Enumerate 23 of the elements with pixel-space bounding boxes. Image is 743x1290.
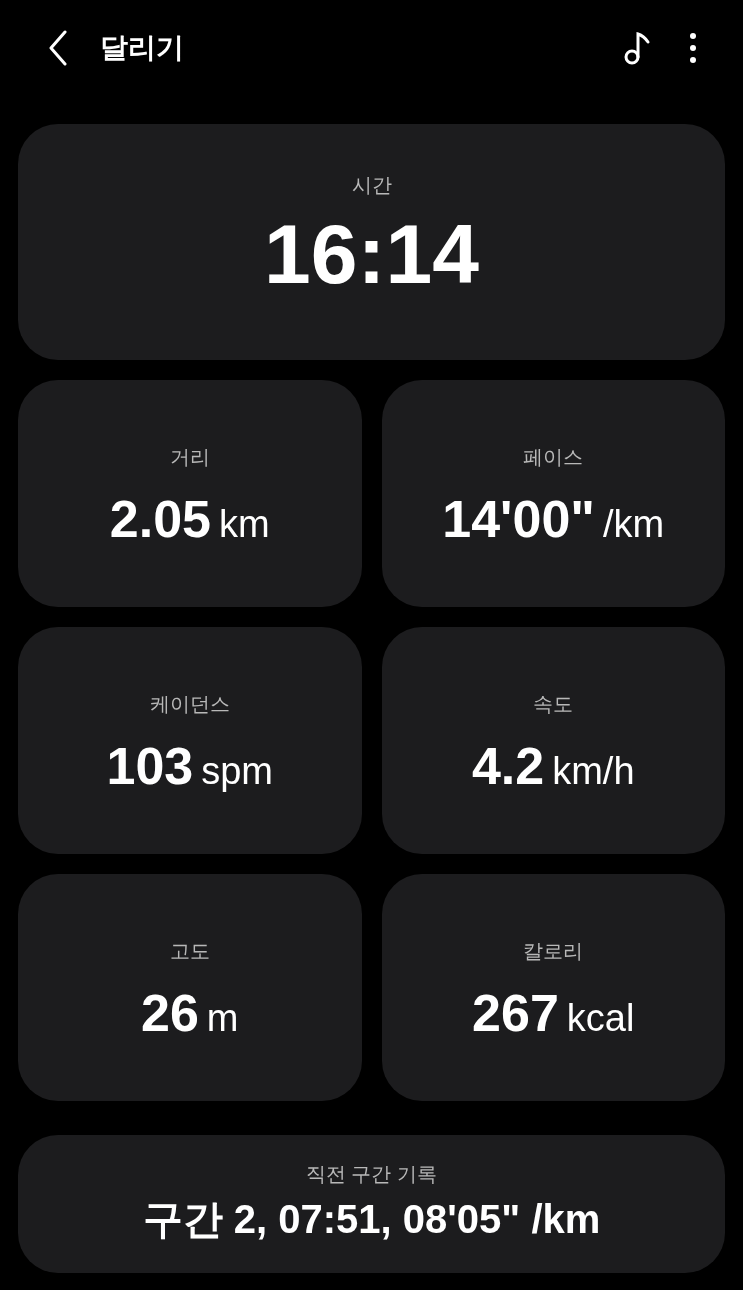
metric-value: 4.2 xyxy=(471,736,545,797)
time-label: 시간 xyxy=(351,173,392,198)
metric-value: 14'00" xyxy=(442,489,595,550)
metric-label: 페이스 xyxy=(523,445,584,470)
metric-unit: m xyxy=(206,996,239,1041)
time-value: 16:14 xyxy=(264,212,479,296)
last-split-value: 구간 2, 07:51, 08'05" /km xyxy=(142,1196,601,1243)
metric-unit: kcal xyxy=(566,996,635,1041)
metric-value: 26 xyxy=(141,983,199,1044)
metric-label: 속도 xyxy=(533,692,574,717)
metric-value: 103 xyxy=(106,736,194,797)
metric-label: 거리 xyxy=(169,445,210,470)
metric-label: 칼로리 xyxy=(523,939,584,964)
metric-label: 케이던스 xyxy=(149,692,230,717)
metric-unit: /km xyxy=(603,502,665,547)
page-title: 달리기 xyxy=(100,31,184,65)
metric-unit: km/h xyxy=(552,749,635,794)
metric-value: 267 xyxy=(472,983,559,1044)
metric-unit: km xyxy=(219,502,270,547)
metric-unit: spm xyxy=(201,749,274,794)
metric-label: 고도 xyxy=(169,939,210,964)
last-split-label: 직전 구간 기록 xyxy=(305,1162,438,1187)
metric-value: 2.05 xyxy=(109,489,212,550)
